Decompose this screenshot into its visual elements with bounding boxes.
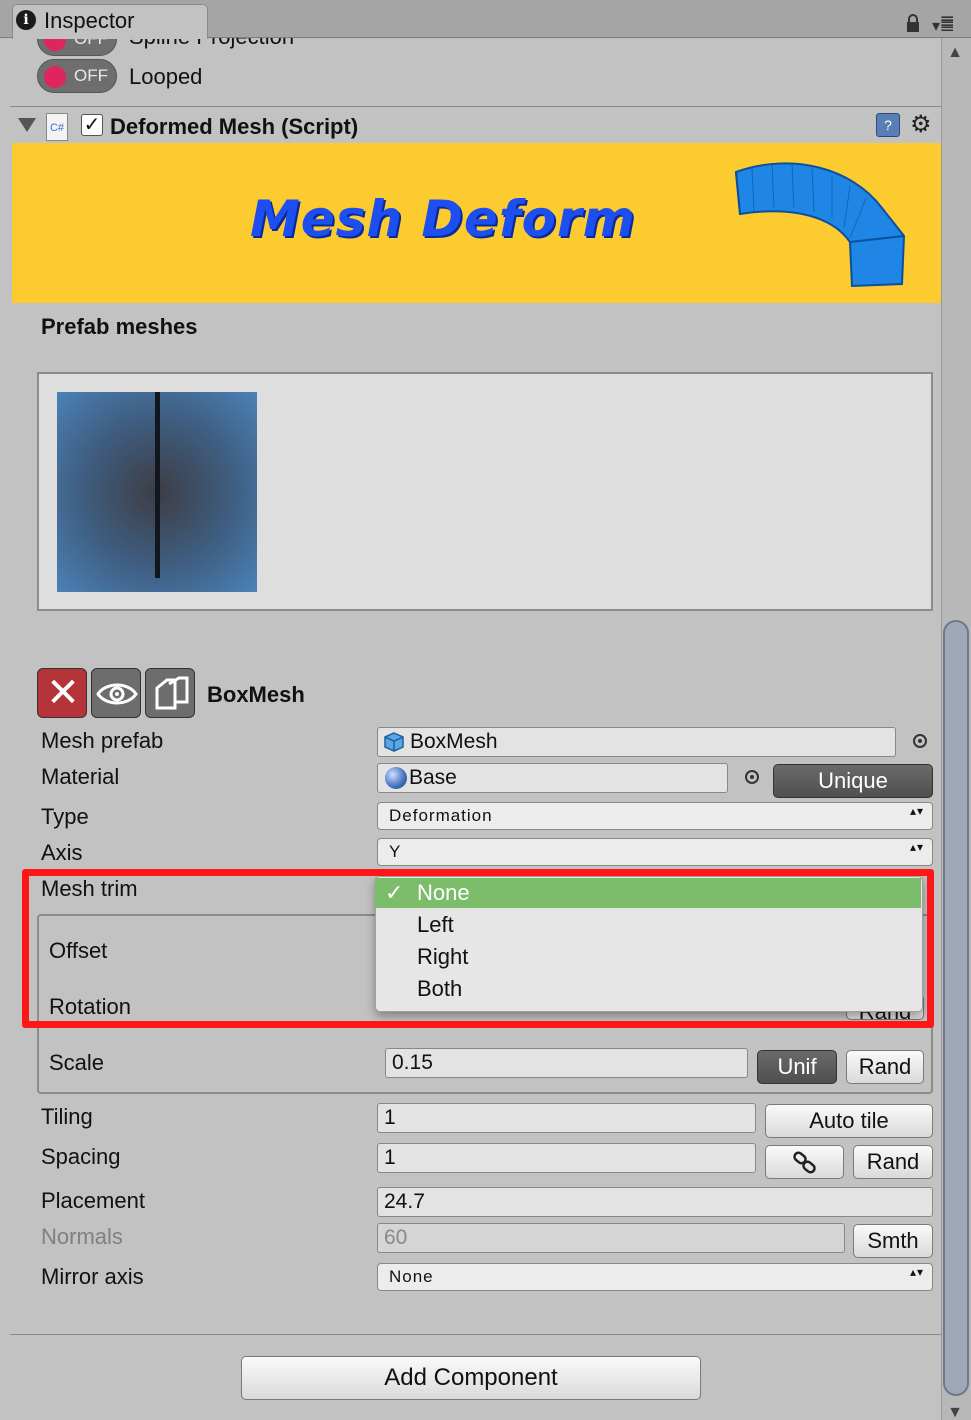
delete-mesh-button[interactable]: ✕ bbox=[37, 668, 87, 718]
link-icon bbox=[793, 1151, 816, 1174]
bottom-separator bbox=[10, 1334, 941, 1335]
mesh-name: BoxMesh bbox=[207, 682, 305, 707]
normals-label: Normals bbox=[41, 1224, 123, 1249]
spacing-link-button[interactable] bbox=[765, 1145, 844, 1179]
prefab-cube-icon bbox=[384, 732, 404, 752]
eye-icon bbox=[96, 683, 138, 705]
csharp-script-icon: C# bbox=[46, 113, 68, 141]
scale-field[interactable]: 0.15 bbox=[385, 1048, 748, 1078]
prefab-thumbnail-edge bbox=[155, 392, 160, 578]
deformed-mesh-logo-icon bbox=[734, 162, 906, 288]
looped-label: Looped bbox=[129, 64, 203, 89]
lock-icon[interactable] bbox=[905, 14, 921, 32]
looped-toggle[interactable]: OFF bbox=[37, 59, 117, 93]
component-enabled-checkbox[interactable]: ✓ bbox=[81, 114, 103, 136]
axis-value: Y bbox=[389, 842, 402, 861]
dropdown-arrows-icon: ▴▾ bbox=[909, 840, 924, 854]
mirror-axis-label: Mirror axis bbox=[41, 1264, 144, 1289]
banner-logo-text: Mesh Deform bbox=[250, 190, 636, 248]
add-component-button[interactable]: Add Component bbox=[241, 1356, 701, 1400]
dropdown-arrows-icon: ▴▾ bbox=[909, 804, 924, 818]
tab-title: Inspector bbox=[44, 8, 135, 33]
toggle-text: OFF bbox=[74, 66, 108, 85]
spacing-label: Spacing bbox=[41, 1144, 121, 1169]
mesh-prefab-label: Mesh prefab bbox=[41, 728, 164, 753]
help-icon[interactable]: ? bbox=[876, 113, 900, 137]
dropdown-arrows-icon: ▴▾ bbox=[909, 1265, 924, 1279]
scale-label: Scale bbox=[49, 1050, 105, 1075]
smooth-normals-button[interactable]: Smth bbox=[853, 1224, 933, 1258]
menu-icon[interactable]: ▾☰ bbox=[932, 16, 954, 36]
info-icon: i bbox=[16, 10, 36, 30]
scale-rand-button[interactable]: Rand bbox=[846, 1050, 924, 1084]
mirror-axis-dropdown[interactable]: None ▴▾ bbox=[377, 1263, 933, 1291]
highlight-box bbox=[22, 869, 934, 1028]
toggle-visibility-button[interactable] bbox=[91, 668, 141, 718]
axis-label: Axis bbox=[41, 840, 83, 865]
auto-tile-button[interactable]: Auto tile bbox=[765, 1104, 933, 1138]
type-label: Type bbox=[41, 804, 89, 829]
close-icon: ✕ bbox=[46, 671, 80, 715]
mesh-prefab-field[interactable]: BoxMesh bbox=[377, 727, 896, 757]
type-dropdown[interactable]: Deformation ▴▾ bbox=[377, 802, 933, 830]
material-field[interactable]: Base bbox=[377, 763, 728, 793]
duplicate-mesh-button[interactable] bbox=[145, 668, 195, 718]
component-separator bbox=[10, 106, 941, 107]
tiling-field[interactable]: 1 bbox=[377, 1103, 756, 1133]
material-label: Material bbox=[41, 764, 120, 789]
mirror-axis-value: None bbox=[389, 1267, 434, 1286]
duplicate-icon bbox=[155, 676, 189, 710]
spacing-field[interactable]: 1 bbox=[377, 1143, 756, 1173]
scale-uniform-button[interactable]: Unif bbox=[757, 1050, 837, 1084]
type-value: Deformation bbox=[389, 806, 493, 825]
component-title[interactable]: Deformed Mesh (Script) bbox=[110, 114, 358, 140]
unique-material-button[interactable]: Unique bbox=[773, 764, 933, 798]
prefab-meshes-heading: Prefab meshes bbox=[41, 314, 198, 339]
mesh-prefab-picker-icon[interactable] bbox=[913, 734, 927, 748]
axis-dropdown[interactable]: Y ▴▾ bbox=[377, 838, 933, 866]
placement-label: Placement bbox=[41, 1188, 145, 1213]
spacing-rand-button[interactable]: Rand bbox=[853, 1145, 933, 1179]
material-sphere-icon bbox=[385, 767, 407, 789]
tiling-label: Tiling bbox=[41, 1104, 93, 1129]
scroll-up-icon[interactable]: ▲ bbox=[945, 44, 965, 64]
material-picker-icon[interactable] bbox=[745, 770, 759, 784]
toggle-dot bbox=[44, 66, 66, 88]
foldout-arrow-icon[interactable] bbox=[18, 118, 36, 132]
scroll-thumb[interactable] bbox=[943, 620, 969, 1396]
placement-field[interactable]: 24.7 bbox=[377, 1187, 933, 1217]
scroll-down-icon[interactable]: ▼ bbox=[945, 1404, 965, 1420]
normals-field: 60 bbox=[377, 1223, 845, 1253]
gear-icon[interactable]: ⚙ bbox=[910, 110, 932, 139]
